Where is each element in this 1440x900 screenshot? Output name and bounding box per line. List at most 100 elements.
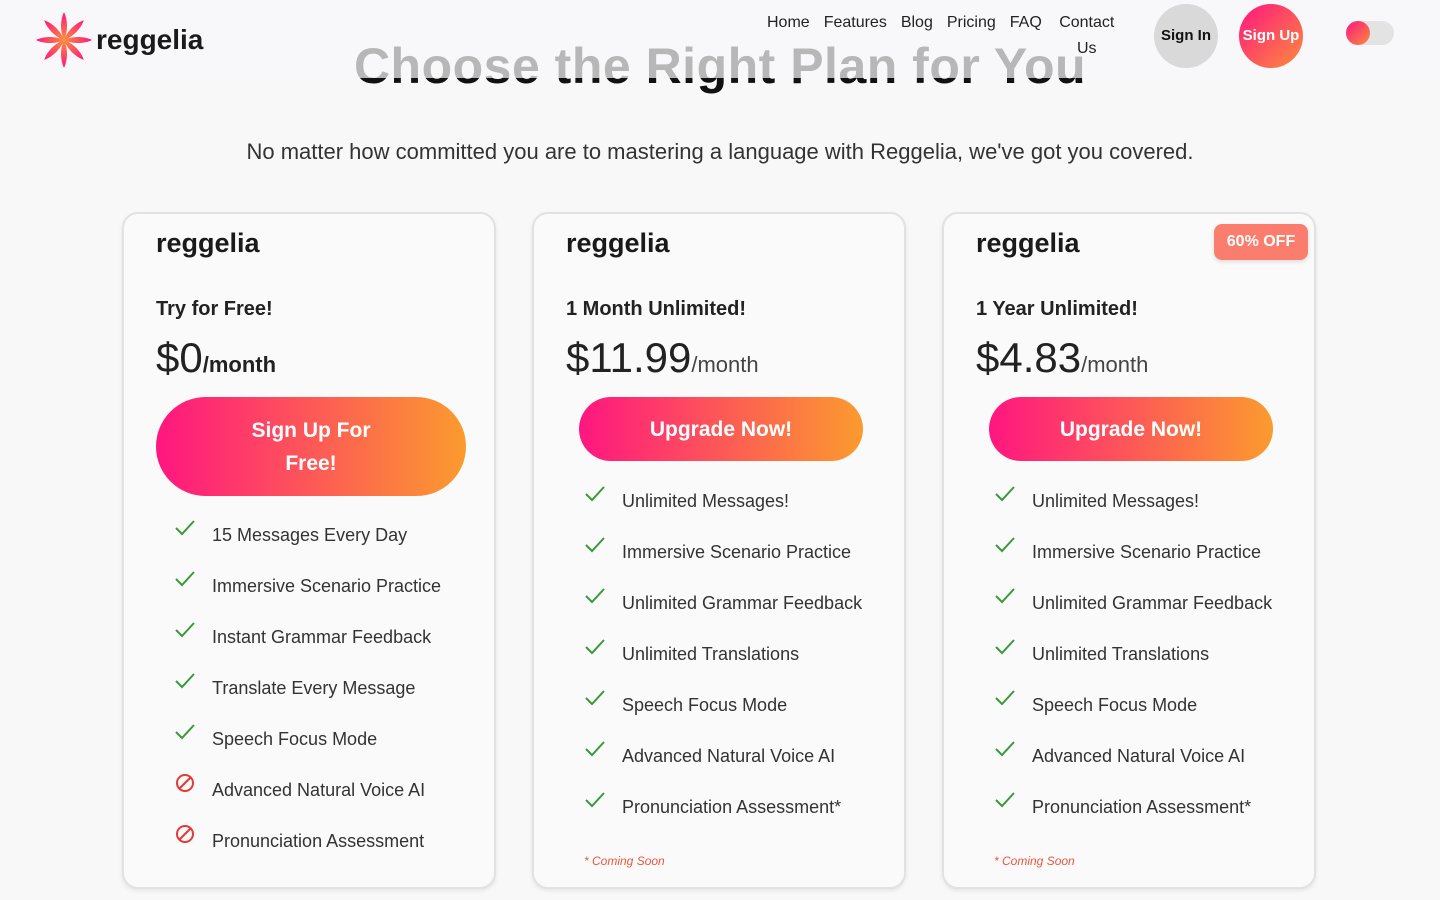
coming-soon-note: * Coming Soon xyxy=(994,854,1075,868)
plan-price: $4.83/month xyxy=(976,334,1148,382)
upgrade-monthly-button[interactable]: Upgrade Now! xyxy=(579,397,863,461)
feature-item: Advanced Natural Voice AI xyxy=(124,772,494,823)
nav-link-faq[interactable]: FAQ xyxy=(1003,10,1049,62)
flower-logo-icon xyxy=(36,12,92,68)
feature-label: Speech Focus Mode xyxy=(1032,695,1198,715)
brand-name: reggelia xyxy=(96,24,204,55)
theme-toggle[interactable] xyxy=(1346,21,1394,45)
feature-item: Advanced Natural Voice AI xyxy=(944,738,1314,789)
brand-logo[interactable]: reggelia xyxy=(34,10,203,70)
plan-name: 1 Month Unlimited! xyxy=(566,298,746,320)
nav-link-features[interactable]: Features xyxy=(817,10,894,62)
feature-item: Unlimited Messages! xyxy=(534,483,904,534)
feature-label: Pronunciation Assessment* xyxy=(622,797,842,817)
feature-label: Immersive Scenario Practice xyxy=(1032,542,1262,562)
check-icon xyxy=(995,588,1015,604)
page-subtitle: No matter how committed you are to maste… xyxy=(246,139,1194,164)
price-unit: /month xyxy=(691,352,759,377)
plan-price: $11.99/month xyxy=(566,334,759,382)
plan-card-free: reggelia Try for Free! $0/month Sign Up … xyxy=(122,212,496,889)
feature-label: Immersive Scenario Practice xyxy=(212,576,442,596)
coming-soon-note: * Coming Soon xyxy=(584,854,665,868)
feature-item: Unlimited Translations xyxy=(534,636,904,687)
upgrade-yearly-button[interactable]: Upgrade Now! xyxy=(989,397,1273,461)
feature-item: Pronunciation Assessment* xyxy=(944,789,1314,840)
blocked-icon xyxy=(176,774,194,792)
feature-list: Unlimited Messages! Immersive Scenario P… xyxy=(944,483,1314,840)
check-icon xyxy=(995,537,1015,553)
check-icon xyxy=(995,741,1015,757)
check-icon xyxy=(995,639,1015,655)
plan-brand: reggelia xyxy=(566,228,670,258)
check-icon xyxy=(995,486,1015,502)
feature-item: Translate Every Message xyxy=(124,670,494,721)
plan-card-yearly: reggelia 60% OFF 1 Year Unlimited! $4.83… xyxy=(942,212,1316,889)
price-unit: /month xyxy=(202,352,277,377)
feature-label: Instant Grammar Feedback xyxy=(212,627,432,647)
price-amount: $0 xyxy=(156,334,203,381)
check-icon xyxy=(175,724,195,740)
plan-price: $0/month xyxy=(156,334,276,382)
plan-name: 1 Year Unlimited! xyxy=(976,298,1138,320)
theme-toggle-icon xyxy=(1346,21,1370,45)
feature-label: Translate Every Message xyxy=(212,678,416,698)
check-icon xyxy=(175,520,195,536)
feature-label: Unlimited Messages! xyxy=(622,491,790,511)
feature-label: Advanced Natural Voice AI xyxy=(212,780,426,800)
feature-item: Unlimited Messages! xyxy=(944,483,1314,534)
check-icon xyxy=(585,537,605,553)
feature-label: 15 Messages Every Day xyxy=(212,525,408,545)
feature-item: Speech Focus Mode xyxy=(534,687,904,738)
feature-item: Speech Focus Mode xyxy=(944,687,1314,738)
feature-label: Unlimited Translations xyxy=(1032,644,1210,664)
feature-item: Unlimited Translations xyxy=(944,636,1314,687)
sign-up-button[interactable]: Sign Up xyxy=(1239,4,1303,68)
feature-label: Immersive Scenario Practice xyxy=(622,542,852,562)
check-icon xyxy=(585,588,605,604)
check-icon xyxy=(995,792,1015,808)
feature-list: 15 Messages Every Day Immersive Scenario… xyxy=(124,517,494,874)
navbar: reggelia Home Features Blog Pricing FAQ … xyxy=(0,0,1440,78)
feature-list: Unlimited Messages! Immersive Scenario P… xyxy=(534,483,904,840)
feature-item: Pronunciation Assessment xyxy=(124,823,494,874)
feature-label: Speech Focus Mode xyxy=(212,729,378,749)
feature-label: Speech Focus Mode xyxy=(622,695,788,715)
feature-item: Immersive Scenario Practice xyxy=(534,534,904,585)
price-amount: $11.99 xyxy=(566,334,692,381)
feature-label: Unlimited Translations xyxy=(622,644,800,664)
check-icon xyxy=(585,792,605,808)
plan-brand: reggelia xyxy=(976,228,1080,258)
nav-link-contact[interactable]: Contact Us xyxy=(1049,10,1125,62)
feature-item: Instant Grammar Feedback xyxy=(124,619,494,670)
plan-card-monthly: reggelia 1 Month Unlimited! $11.99/month… xyxy=(532,212,906,889)
feature-label: Unlimited Messages! xyxy=(1032,491,1200,511)
feature-item: Unlimited Grammar Feedback xyxy=(944,585,1314,636)
feature-item: Immersive Scenario Practice xyxy=(944,534,1314,585)
sign-up-free-button[interactable]: Sign Up For Free! xyxy=(156,397,466,496)
nav-links: Home Features Blog Pricing FAQ Contact U… xyxy=(760,10,1125,62)
sign-in-button[interactable]: Sign In xyxy=(1154,4,1218,68)
feature-item: Unlimited Grammar Feedback xyxy=(534,585,904,636)
nav-link-blog[interactable]: Blog xyxy=(894,10,940,62)
feature-item: Pronunciation Assessment* xyxy=(534,789,904,840)
discount-badge: 60% OFF xyxy=(1214,224,1308,260)
check-icon xyxy=(175,673,195,689)
blocked-icon xyxy=(176,825,194,843)
feature-label: Pronunciation Assessment xyxy=(212,831,425,851)
nav-link-home[interactable]: Home xyxy=(760,10,817,62)
check-icon xyxy=(585,486,605,502)
price-unit: /month xyxy=(1081,352,1149,377)
check-icon xyxy=(585,690,605,706)
plan-name: Try for Free! xyxy=(156,298,273,320)
feature-label: Pronunciation Assessment* xyxy=(1032,797,1252,817)
feature-label: Advanced Natural Voice AI xyxy=(622,746,836,766)
feature-label: Unlimited Grammar Feedback xyxy=(1032,593,1273,613)
check-icon xyxy=(175,571,195,587)
check-icon xyxy=(585,639,605,655)
feature-item: 15 Messages Every Day xyxy=(124,517,494,568)
feature-item: Immersive Scenario Practice xyxy=(124,568,494,619)
nav-link-pricing[interactable]: Pricing xyxy=(940,10,1003,62)
feature-label: Unlimited Grammar Feedback xyxy=(622,593,863,613)
plan-brand: reggelia xyxy=(156,228,260,258)
feature-item: Advanced Natural Voice AI xyxy=(534,738,904,789)
